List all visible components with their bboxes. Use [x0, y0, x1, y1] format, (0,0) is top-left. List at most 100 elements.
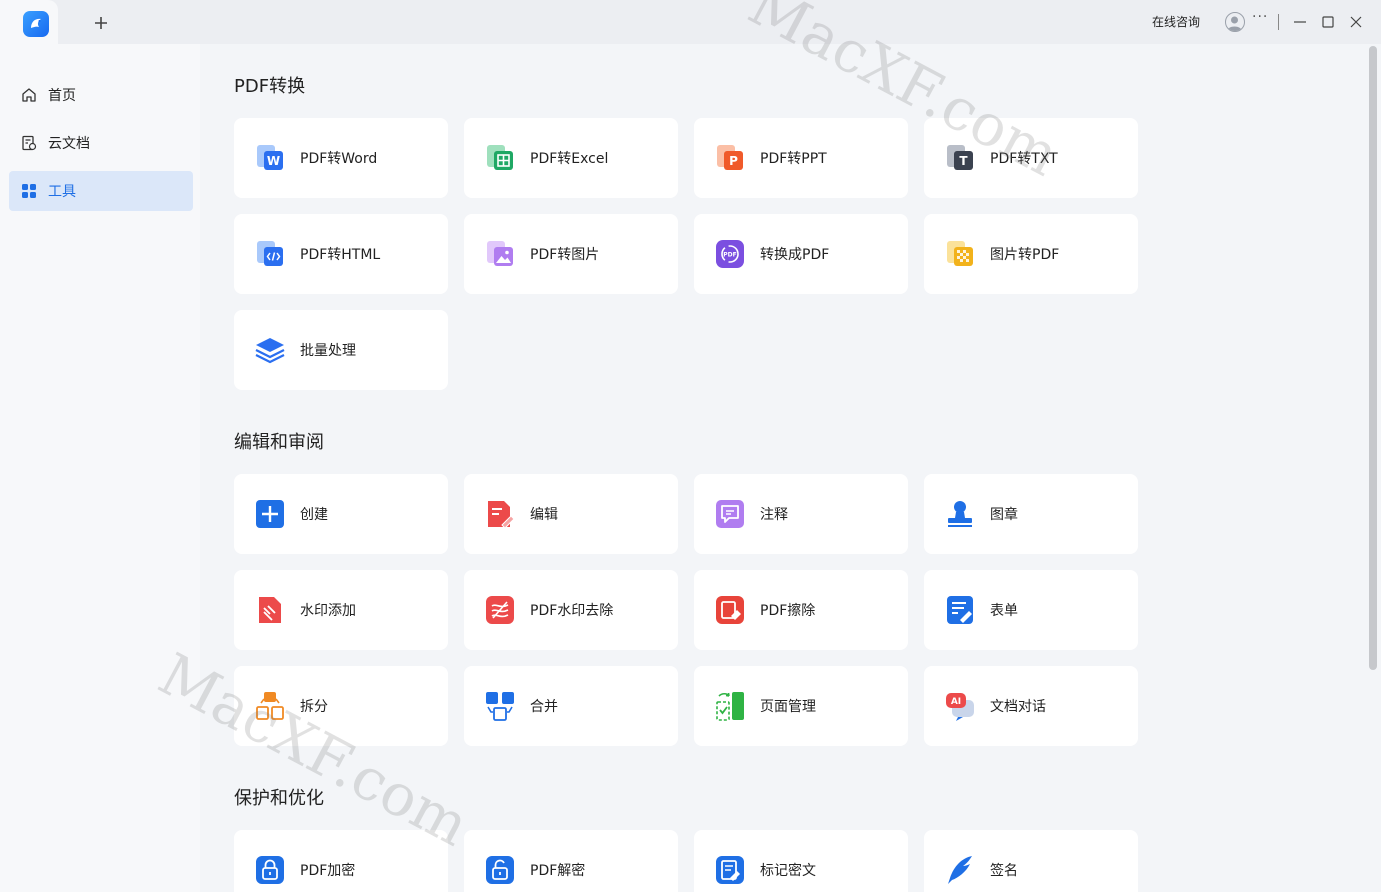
tool-pdf-to-image[interactable]: PDF转图片 [464, 214, 678, 294]
tool-label: 水印添加 [300, 603, 356, 619]
titlebar-divider [1278, 14, 1279, 30]
tool-edit[interactable]: 编辑 [464, 474, 678, 554]
tool-label: 页面管理 [760, 699, 816, 715]
new-tab-button[interactable] [88, 10, 114, 36]
batch-layers-icon [254, 334, 286, 366]
html-icon [254, 238, 286, 270]
tool-label: 文档对话 [990, 699, 1046, 715]
tool-label: PDF解密 [530, 863, 586, 879]
tool-watermark-remove[interactable]: PDF水印去除 [464, 570, 678, 650]
tool-form[interactable]: 表单 [924, 570, 1138, 650]
tool-label: PDF转TXT [990, 151, 1058, 167]
form-icon [944, 594, 976, 626]
svg-text:W: W [267, 154, 280, 168]
signature-pen-icon [944, 854, 976, 886]
home-icon [20, 86, 38, 104]
lock-icon [254, 854, 286, 886]
tool-batch-process[interactable]: 批量处理 [234, 310, 448, 390]
stamp-icon [944, 498, 976, 530]
tool-split[interactable]: 拆分 [234, 666, 448, 746]
online-consult-link[interactable]: 在线咨询 [1152, 13, 1200, 30]
ppt-icon: P [714, 142, 746, 174]
minimize-icon[interactable] [1290, 12, 1310, 32]
tool-pdf-to-excel[interactable]: PDF转Excel [464, 118, 678, 198]
tool-pdf-decrypt[interactable]: PDF解密 [464, 830, 678, 892]
tool-pdf-to-word[interactable]: W PDF转Word [234, 118, 448, 198]
tool-redact[interactable]: 标记密文 [694, 830, 908, 892]
tool-page-manage[interactable]: 页面管理 [694, 666, 908, 746]
tool-label: 编辑 [530, 507, 558, 523]
app-tab[interactable] [0, 0, 58, 44]
tool-label: PDF转图片 [530, 247, 600, 263]
maximize-icon[interactable] [1318, 12, 1338, 32]
cloud-doc-icon [20, 134, 38, 152]
tool-label: 图片转PDF [990, 247, 1060, 263]
watermark-add-icon [254, 594, 286, 626]
tool-pdf-erase[interactable]: PDF擦除 [694, 570, 908, 650]
svg-text:P: P [729, 154, 738, 168]
tool-label: PDF加密 [300, 863, 356, 879]
tool-label: 表单 [990, 603, 1018, 619]
word-icon: W [254, 142, 286, 174]
tool-watermark-add[interactable]: 水印添加 [234, 570, 448, 650]
split-icon [254, 690, 286, 722]
txt-icon: T [944, 142, 976, 174]
tool-label: 注释 [760, 507, 788, 523]
svg-text:PDF: PDF [723, 252, 736, 259]
title-bar: 在线咨询 ··· [0, 0, 1381, 44]
sidebar-item-label: 首页 [48, 88, 76, 104]
tool-pdf-to-ppt[interactable]: P PDF转PPT [694, 118, 908, 198]
sidebar: 首页 云文档 工具 [0, 44, 200, 892]
image-to-pdf-icon [944, 238, 976, 270]
ai-chat-icon: AI [944, 690, 976, 722]
image-icon [484, 238, 516, 270]
edit-icon [484, 498, 516, 530]
tool-label: 标记密文 [760, 863, 816, 879]
tool-create[interactable]: 创建 [234, 474, 448, 554]
tool-label: PDF水印去除 [530, 603, 614, 619]
excel-icon [484, 142, 516, 174]
tool-label: PDF转Word [300, 151, 378, 167]
tool-convert-to-pdf[interactable]: PDF 转换成PDF [694, 214, 908, 294]
redact-icon [714, 854, 746, 886]
tool-image-to-pdf[interactable]: 图片转PDF [924, 214, 1138, 294]
sidebar-item-label: 云文档 [48, 136, 90, 152]
main-content: PDF转换 W PDF转Word PDF转Excel P PDF转PPT T P… [200, 44, 1366, 892]
tool-comment[interactable]: 注释 [694, 474, 908, 554]
tool-pdf-to-html[interactable]: PDF转HTML [234, 214, 448, 294]
tool-label: 签名 [990, 863, 1018, 879]
tool-pdf-to-txt[interactable]: T PDF转TXT [924, 118, 1138, 198]
page-manage-icon [714, 690, 746, 722]
tool-signature[interactable]: 签名 [924, 830, 1138, 892]
erase-icon [714, 594, 746, 626]
close-icon[interactable] [1346, 12, 1366, 32]
avatar-icon[interactable] [1225, 12, 1245, 32]
tool-stamp[interactable]: 图章 [924, 474, 1138, 554]
sidebar-item-home[interactable]: 首页 [9, 75, 193, 115]
tool-label: 拆分 [300, 699, 328, 715]
unlock-icon [484, 854, 516, 886]
scrollbar-thumb[interactable] [1369, 46, 1377, 670]
watermark-remove-icon [484, 594, 516, 626]
convert-pdf-icon: PDF [714, 238, 746, 270]
more-menu-button[interactable]: ··· [1252, 9, 1268, 25]
tool-label: PDF转PPT [760, 151, 827, 167]
tool-ai-chat[interactable]: AI 文档对话 [924, 666, 1138, 746]
tool-label: 转换成PDF [760, 247, 830, 263]
merge-icon [484, 690, 516, 722]
sidebar-item-label: 工具 [48, 184, 76, 200]
tool-label: PDF转HTML [300, 247, 381, 263]
comment-icon [714, 498, 746, 530]
tool-label: 批量处理 [300, 343, 356, 359]
sidebar-item-cloud-docs[interactable]: 云文档 [9, 123, 193, 163]
tool-pdf-encrypt[interactable]: PDF加密 [234, 830, 448, 892]
create-plus-icon [254, 498, 286, 530]
tools-grid-icon [20, 182, 38, 200]
tool-label: 合并 [530, 699, 558, 715]
svg-text:AI: AI [951, 697, 961, 707]
tool-label: PDF擦除 [760, 603, 816, 619]
sidebar-item-tools[interactable]: 工具 [9, 171, 193, 211]
app-logo-icon [23, 11, 49, 37]
tool-label: PDF转Excel [530, 151, 609, 167]
tool-merge[interactable]: 合并 [464, 666, 678, 746]
